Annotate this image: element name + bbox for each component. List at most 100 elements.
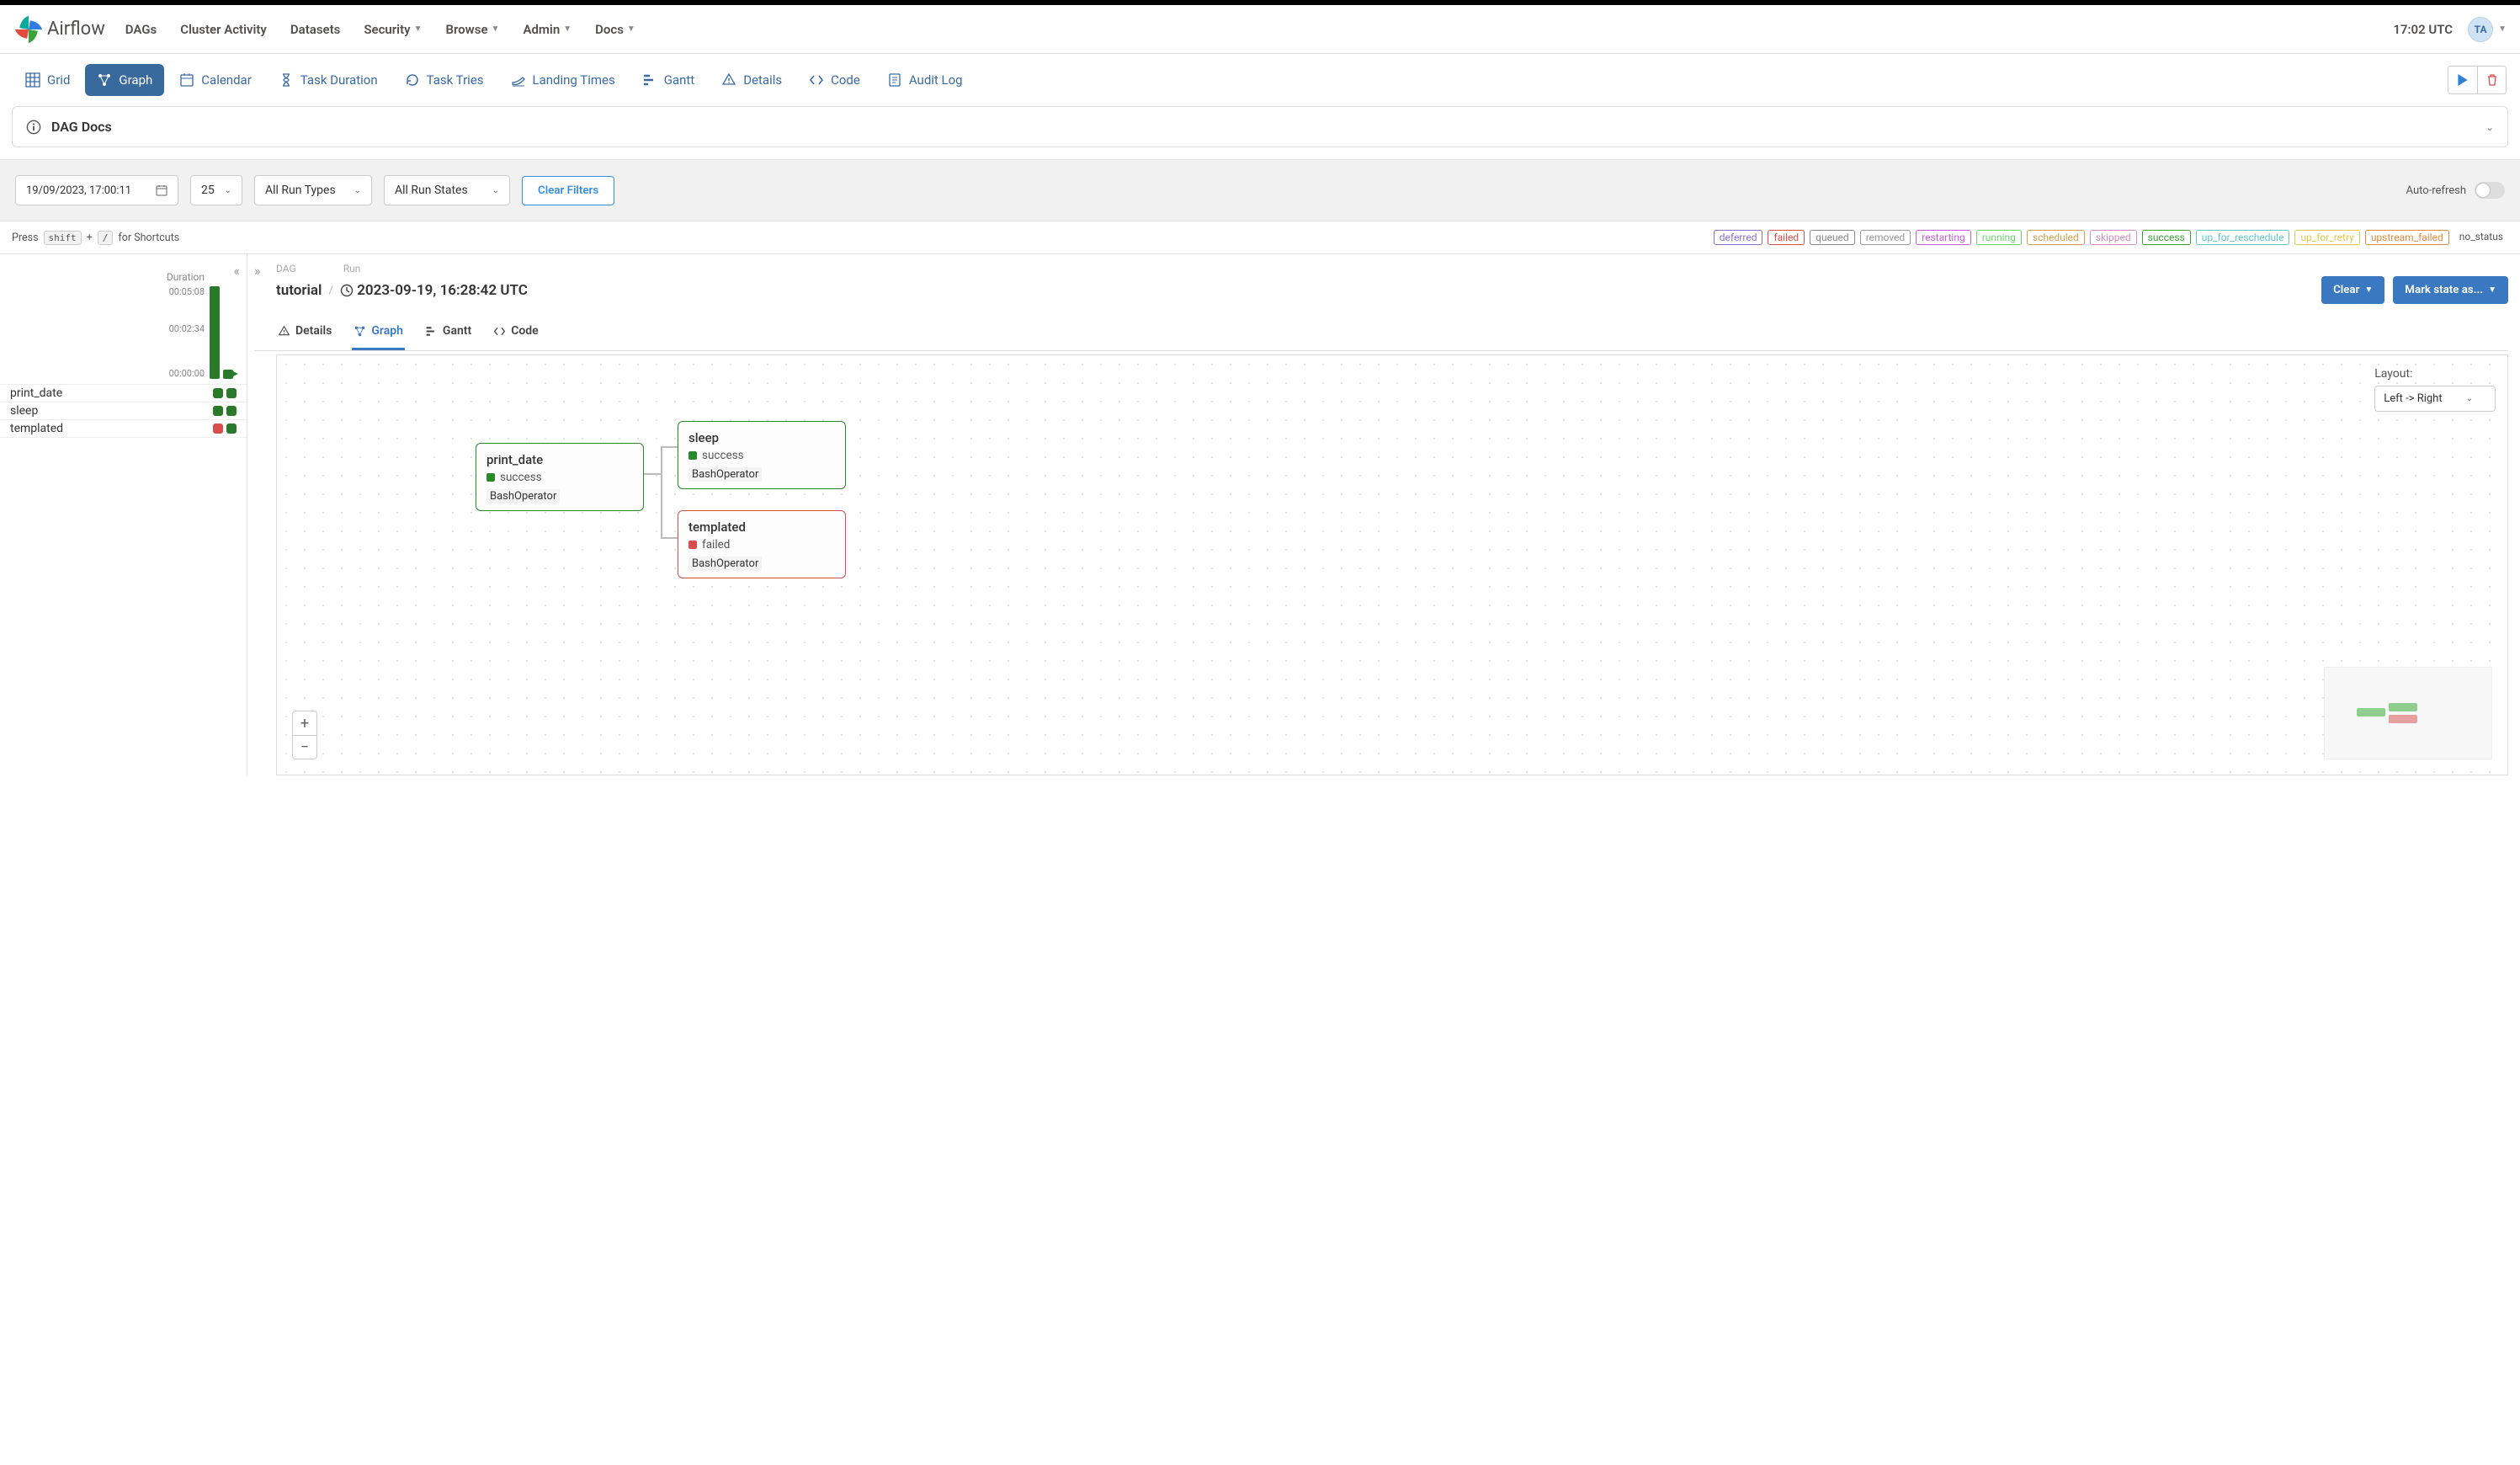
avatar: TA bbox=[2468, 17, 2493, 42]
nav-security[interactable]: Security▼ bbox=[364, 22, 422, 37]
zoom-out-button[interactable]: − bbox=[293, 735, 316, 759]
hint-press: Press bbox=[12, 232, 39, 244]
legend-running: running bbox=[1976, 230, 2022, 245]
tab-task-tries[interactable]: Task Tries bbox=[393, 64, 496, 96]
caret-down-icon: ▼ bbox=[2488, 285, 2496, 295]
play-button[interactable] bbox=[2448, 67, 2477, 93]
run-type-value: All Run Types bbox=[265, 184, 336, 197]
collapse-left-button[interactable]: « bbox=[233, 263, 240, 279]
run-state-select[interactable]: All Run States ⌄ bbox=[384, 175, 510, 205]
landing-times-icon bbox=[511, 72, 526, 88]
tab-landing-times[interactable]: Landing Times bbox=[499, 64, 627, 96]
task-tries-icon bbox=[405, 72, 420, 88]
zoom-controls: + − bbox=[292, 711, 317, 759]
nav-label: Cluster Activity bbox=[180, 22, 267, 37]
task-name: sleep bbox=[10, 404, 38, 418]
legend-upstream_failed: upstream_failed bbox=[2365, 230, 2449, 245]
status-icon bbox=[688, 451, 697, 460]
inner-tab-details[interactable]: Details bbox=[276, 317, 333, 350]
inner-tab-code[interactable]: Code bbox=[492, 317, 540, 350]
tab-code[interactable]: Code bbox=[797, 64, 872, 96]
caret-down-icon: ▼ bbox=[563, 24, 572, 34]
tab-gantt[interactable]: Gantt bbox=[630, 64, 706, 96]
layout-label: Layout: bbox=[2374, 367, 2496, 381]
task-row-templated[interactable]: templated bbox=[0, 419, 247, 438]
date-picker[interactable]: 19/09/2023, 17:00:11 bbox=[15, 175, 178, 205]
nav-label: Admin bbox=[523, 22, 560, 37]
legend-removed: removed bbox=[1860, 230, 1911, 245]
gantt-icon bbox=[425, 325, 438, 338]
tab-calendar[interactable]: Calendar bbox=[167, 64, 263, 96]
tab-task-duration[interactable]: Task Duration bbox=[267, 64, 390, 96]
dag-docs-panel[interactable]: DAG Docs ⌄ bbox=[12, 106, 2508, 147]
inner-tab-label: Details bbox=[295, 324, 332, 338]
nav-docs[interactable]: Docs▼ bbox=[595, 22, 635, 37]
layout-select[interactable]: Left -> Right ⌄ bbox=[2374, 386, 2496, 412]
tab-grid[interactable]: Grid bbox=[13, 64, 82, 96]
calendar-icon bbox=[179, 72, 194, 88]
graph-node-templated[interactable]: templated failed BashOperator bbox=[678, 510, 846, 578]
crumb-dag-header: DAG bbox=[276, 263, 296, 274]
status-icon bbox=[486, 473, 495, 482]
nav-datasets[interactable]: Datasets bbox=[290, 22, 340, 37]
graph-edge bbox=[661, 446, 662, 539]
chevron-down-icon: ⌄ bbox=[492, 186, 499, 195]
nav-cluster-activity[interactable]: Cluster Activity bbox=[180, 22, 267, 37]
nav-browse[interactable]: Browse▼ bbox=[445, 22, 499, 37]
audit-log-icon bbox=[887, 72, 902, 88]
graph-canvas[interactable]: Layout: Left -> Right ⌄ print_date succe… bbox=[276, 354, 2508, 775]
clock: 17:02 UTC bbox=[2393, 22, 2453, 37]
inner-tab-graph[interactable]: Graph bbox=[352, 317, 405, 350]
date-value: 19/09/2023, 17:00:11 bbox=[26, 184, 131, 197]
tab-label: Task Tries bbox=[427, 72, 484, 88]
mark-state-button[interactable]: Mark state as... ▼ bbox=[2393, 276, 2508, 304]
tab-label: Grid bbox=[47, 72, 70, 88]
expand-right-button[interactable]: » bbox=[254, 263, 261, 279]
node-operator: BashOperator bbox=[486, 489, 560, 503]
run-timestamp: 2023-09-19, 16:28:42 UTC bbox=[357, 282, 528, 299]
trash-icon bbox=[2486, 74, 2498, 86]
zoom-in-button[interactable]: + bbox=[293, 711, 316, 735]
graph-node-sleep[interactable]: sleep success BashOperator bbox=[678, 421, 846, 489]
minimap[interactable] bbox=[2324, 667, 2492, 759]
node-title: print_date bbox=[486, 452, 633, 467]
nav-label: DAGs bbox=[125, 22, 157, 37]
clear-filters-button[interactable]: Clear Filters bbox=[522, 176, 614, 205]
tab-details[interactable]: Details bbox=[710, 64, 794, 96]
mark-state-label: Mark state as... bbox=[2405, 284, 2483, 296]
legend-scheduled: scheduled bbox=[2027, 230, 2085, 245]
delete-button[interactable] bbox=[2477, 67, 2506, 93]
task-row-sleep[interactable]: sleep bbox=[0, 402, 247, 419]
run-type-select[interactable]: All Run Types ⌄ bbox=[254, 175, 372, 205]
clear-button[interactable]: Clear▼ bbox=[2321, 276, 2384, 304]
inner-tab-gantt[interactable]: Gantt bbox=[423, 317, 473, 350]
breadcrumb-dag[interactable]: tutorial bbox=[276, 282, 322, 299]
legend-skipped: skipped bbox=[2090, 230, 2137, 245]
auto-refresh-toggle[interactable] bbox=[2475, 182, 2505, 199]
graph-node-print-date[interactable]: print_date success BashOperator bbox=[476, 443, 644, 511]
task-name: templated bbox=[10, 422, 63, 435]
tab-audit-log[interactable]: Audit Log bbox=[875, 64, 975, 96]
nav-dags[interactable]: DAGs bbox=[125, 22, 157, 37]
tab-graph[interactable]: Graph bbox=[85, 64, 164, 96]
legend-queued: queued bbox=[1810, 230, 1855, 245]
status-box bbox=[226, 424, 237, 434]
graph-edge bbox=[644, 473, 661, 475]
logo[interactable]: Airflow bbox=[13, 14, 105, 45]
auto-refresh-label: Auto-refresh bbox=[2406, 184, 2466, 197]
details-icon bbox=[278, 325, 290, 338]
legend-up_for_retry: up_for_retry bbox=[2294, 230, 2359, 245]
legend-success: success bbox=[2142, 230, 2191, 245]
tab-label: Task Duration bbox=[300, 72, 378, 88]
caret-down-icon: ▼ bbox=[492, 24, 500, 34]
breadcrumb-run[interactable]: 2023-09-19, 16:28:42 UTC bbox=[340, 282, 528, 299]
task-duration-icon bbox=[279, 72, 294, 88]
tab-label: Gantt bbox=[664, 72, 694, 88]
tab-label: Landing Times bbox=[533, 72, 615, 88]
user-menu[interactable]: TA ▼ bbox=[2468, 17, 2507, 42]
task-row-print_date[interactable]: print_date bbox=[0, 384, 247, 402]
page-size-select[interactable]: 25 ⌄ bbox=[190, 175, 242, 205]
nav-admin[interactable]: Admin▼ bbox=[523, 22, 572, 37]
task-name: print_date bbox=[10, 386, 62, 400]
details-icon bbox=[721, 72, 736, 88]
